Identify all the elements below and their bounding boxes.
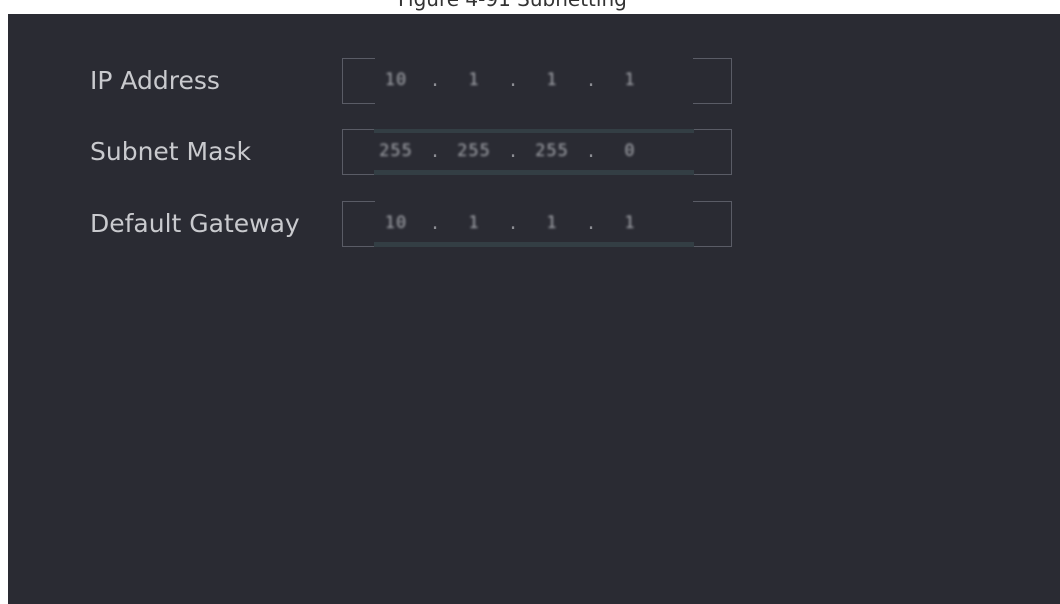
ip-address-input[interactable]: 10 . 1 . 1 . 1 [342,58,732,104]
octet-separator: . [585,69,597,91]
default-gateway-octets: 10 . 1 . 1 . 1 [368,210,698,236]
field-highlight-bottom [374,242,694,247]
default-gateway-label: Default Gateway [90,209,300,238]
ip-address-row: IP Address 10 . 1 . 1 . 1 [90,58,790,106]
octet-2[interactable]: 1 [446,213,502,233]
field-border-right [693,58,732,104]
octet-1[interactable]: 10 [368,70,424,90]
octet-separator: . [429,140,441,162]
octet-separator: . [585,140,597,162]
octet-separator: . [429,69,441,91]
subnet-mask-label: Subnet Mask [90,137,251,166]
caption-text: Figure 4-91 Subnetting [398,0,627,11]
default-gateway-row: Default Gateway 10 . 1 . 1 . 1 [90,201,790,249]
octet-separator: . [429,212,441,234]
field-border-right [693,129,732,175]
octet-separator: . [507,140,519,162]
octet-1[interactable]: 255 [368,141,424,161]
subnet-mask-row: Subnet Mask 255 . 255 . 255 . 0 [90,129,790,177]
octet-4[interactable]: 1 [602,70,658,90]
octet-4[interactable]: 1 [602,213,658,233]
octet-3[interactable]: 255 [524,141,580,161]
clipped-caption: Figure 4-91 Subnetting [0,0,1060,13]
network-settings-panel: IP Address 10 . 1 . 1 . 1 Subnet Mask 25… [8,14,1060,604]
octet-3[interactable]: 1 [524,70,580,90]
octet-separator: . [507,212,519,234]
default-gateway-input[interactable]: 10 . 1 . 1 . 1 [342,201,732,247]
octet-separator: . [585,212,597,234]
field-highlight-top [374,129,694,133]
octet-4[interactable]: 0 [602,141,658,161]
field-border-right [693,201,732,247]
octet-3[interactable]: 1 [524,213,580,233]
octet-separator: . [507,69,519,91]
octet-2[interactable]: 1 [446,70,502,90]
subnet-mask-octets: 255 . 255 . 255 . 0 [368,138,698,164]
octet-2[interactable]: 255 [446,141,502,161]
top-caption-strip: Figure 4-91 Subnetting [0,0,1060,14]
subnet-mask-input[interactable]: 255 . 255 . 255 . 0 [342,129,732,175]
ip-address-octets: 10 . 1 . 1 . 1 [368,67,698,93]
field-highlight-bottom [374,170,694,175]
octet-1[interactable]: 10 [368,213,424,233]
ip-address-label: IP Address [90,66,220,95]
